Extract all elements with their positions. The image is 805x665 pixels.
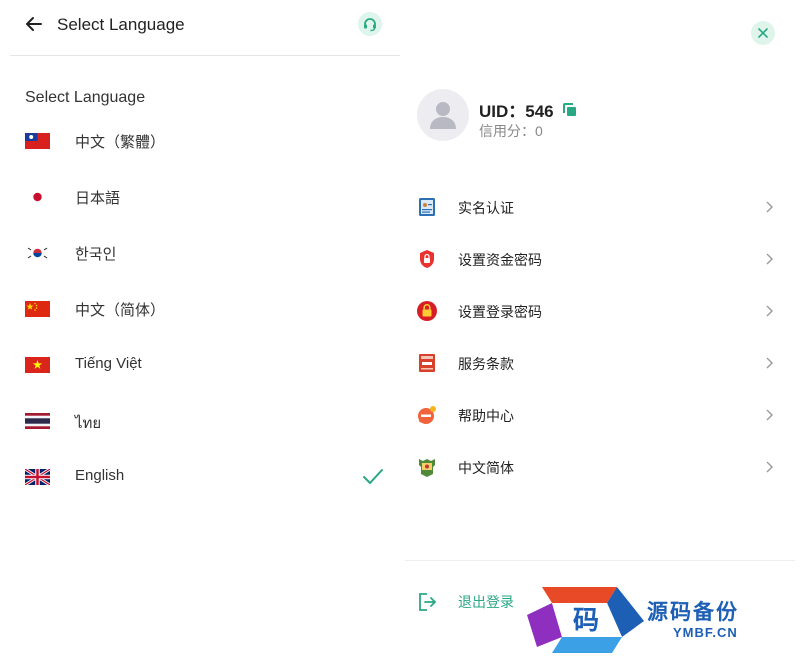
menu-item-language[interactable]: 中文简体	[400, 441, 805, 493]
chevron-right-icon	[766, 357, 773, 369]
language-label: Tiếng Việt	[75, 355, 142, 372]
language-header: Select Language	[10, 0, 400, 56]
chevron-right-icon	[766, 461, 773, 473]
language-item-th[interactable]: ไทย	[10, 392, 400, 448]
rules-book-icon	[419, 354, 435, 372]
id-card-icon	[419, 198, 435, 216]
shield-lock-icon	[420, 250, 434, 268]
avatar	[417, 89, 469, 141]
watermark-logo: 码 源码备份 YMBF.CN	[522, 585, 782, 657]
watermark-logo-char: 码	[573, 606, 599, 636]
menu-label: 设置登录密码	[458, 304, 542, 320]
chevron-right-icon	[766, 201, 773, 213]
lock-icon	[417, 301, 437, 321]
copy-icon[interactable]	[562, 102, 578, 118]
user-uid: UID：546	[479, 97, 578, 122]
uid-text: UID：546	[479, 102, 554, 121]
language-label: ไทย	[75, 415, 102, 432]
menu-item-help-center[interactable]: 帮助中心	[400, 389, 805, 441]
watermark-emblem-icon: 码	[527, 587, 644, 653]
chevron-right-icon	[766, 305, 773, 317]
menu-label: 实名认证	[458, 200, 514, 216]
headset-icon	[364, 18, 376, 32]
menu-item-real-name-verification[interactable]: 实名认证	[400, 181, 805, 233]
logout-icon	[419, 593, 437, 611]
language-item-vi[interactable]: Tiếng Việt	[10, 336, 400, 392]
divider	[405, 560, 795, 561]
chevron-right-icon	[766, 409, 773, 421]
menu-label: 设置资金密码	[458, 252, 542, 268]
uk-flag-icon	[25, 469, 50, 485]
profile-drawer: UID：546 信用分：0 实名认证 设置资金密码 设置登录密码 服务条款 帮助…	[400, 0, 805, 665]
menu-item-terms-of-service[interactable]: 服务条款	[400, 337, 805, 389]
section-title: Select Language	[25, 89, 146, 106]
language-panel: Select Language Select Language 中文（繁體） 日…	[10, 0, 400, 665]
user-silhouette-icon	[430, 102, 456, 129]
language-label: 日本語	[75, 190, 121, 207]
logout-label: 退出登录	[458, 594, 514, 610]
menu-label: 服务条款	[458, 356, 514, 372]
menu-label: 帮助中心	[458, 408, 514, 424]
watermark-title: 源码备份	[647, 599, 739, 624]
customer-support-button[interactable]	[358, 12, 382, 36]
watermark-subtitle: YMBF.CN	[673, 625, 738, 640]
language-item-ja[interactable]: 日本語	[10, 168, 400, 224]
menu-item-fund-password[interactable]: 设置资金密码	[400, 233, 805, 285]
japan-flag-icon	[25, 189, 50, 205]
help-bubble-icon	[418, 406, 436, 424]
language-item-en[interactable]: English	[10, 448, 400, 504]
profile-menu: 实名认证 设置资金密码 设置登录密码 服务条款 帮助中心 中文简体	[400, 181, 805, 493]
language-item-zh-cn[interactable]: 中文（简体）	[10, 280, 400, 336]
page-title: Select Language	[57, 15, 185, 34]
menu-item-login-password[interactable]: 设置登录密码	[400, 285, 805, 337]
language-label: English	[75, 467, 125, 484]
language-flag-icon	[419, 459, 435, 477]
close-button[interactable]	[751, 21, 775, 45]
language-list: 中文（繁體） 日本語 한국인 中文（简体） Tiếng Việt ไทย Eng…	[10, 112, 400, 504]
language-label: 中文（繁體）	[75, 134, 166, 151]
language-item-ko[interactable]: 한국인	[10, 224, 400, 280]
back-arrow-icon[interactable]	[24, 14, 44, 34]
menu-label: 中文简体	[458, 460, 514, 476]
logout-button[interactable]: 退出登录	[416, 591, 514, 613]
credit-score: 信用分：0	[479, 123, 543, 139]
language-label: 中文（简体）	[75, 302, 166, 319]
close-icon	[758, 28, 768, 38]
chevron-right-icon	[766, 253, 773, 265]
korea-flag-icon	[25, 245, 50, 261]
checkmark-icon	[363, 469, 383, 484]
vietnam-flag-icon	[25, 357, 50, 373]
language-label: 한국인	[75, 246, 117, 263]
china-flag-icon	[25, 301, 50, 317]
language-item-zh-tw[interactable]: 中文（繁體）	[10, 112, 400, 168]
taiwan-flag-icon	[25, 133, 50, 149]
thailand-flag-icon	[25, 413, 50, 429]
